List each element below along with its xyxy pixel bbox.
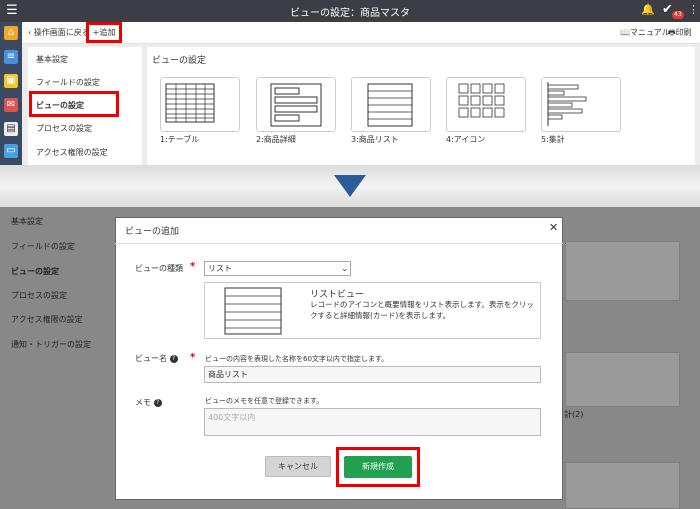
- view-name-label: ビュー名 ?: [135, 353, 178, 364]
- back-link[interactable]: ‹ 操作画面に戻る: [28, 27, 90, 38]
- memo-hint: ビューのメモを任意で登録できます。: [205, 397, 324, 405]
- notification-badge: 43: [672, 11, 684, 19]
- memo-label-text: メモ: [135, 398, 151, 407]
- table-icon: [165, 83, 215, 123]
- close-icon[interactable]: ✕: [549, 221, 558, 234]
- cancel-button[interactable]: キャンセル: [265, 456, 331, 477]
- view-panel-title: ビューの設定: [152, 56, 207, 66]
- bell-icon[interactable]: 🔔: [641, 3, 655, 16]
- nav-item-fields: フィールドの設定: [11, 242, 75, 251]
- view-card-detail[interactable]: [256, 77, 336, 132]
- help-icon[interactable]: ?: [153, 398, 162, 407]
- modal-divider: [115, 243, 563, 244]
- required-marker: *: [190, 352, 196, 363]
- box-icon[interactable]: ▣: [4, 74, 18, 88]
- back-label: 操作画面に戻る: [33, 28, 90, 37]
- view-name-input[interactable]: 商品リスト: [204, 366, 541, 383]
- list-icon: [224, 287, 282, 335]
- manual-label: マニュアル: [629, 28, 670, 37]
- ghost-card: [565, 352, 680, 407]
- view-card-table[interactable]: [160, 77, 240, 132]
- list-icon: [367, 83, 413, 127]
- manual-link[interactable]: 📖マニュアル: [620, 27, 670, 38]
- view-card-label: 2:商品詳細: [256, 135, 296, 144]
- nav-item-basic: 基本設定: [11, 217, 43, 226]
- add-label: 追加: [99, 28, 116, 37]
- ghost-card: [565, 241, 680, 301]
- chat-icon[interactable]: ▭: [4, 144, 18, 158]
- ghost-card: [565, 462, 680, 509]
- mail-icon[interactable]: ✉: [4, 98, 18, 112]
- app-title: ビューの設定：商品マスタ: [290, 8, 410, 19]
- view-card-label: 3:商品リスト: [351, 135, 399, 144]
- view-type-selected: リスト: [208, 264, 232, 273]
- view-card-summary[interactable]: [541, 77, 621, 132]
- nav-item-fields[interactable]: フィールドの設定: [36, 77, 100, 88]
- nav-item-process[interactable]: プロセスの設定: [36, 123, 92, 134]
- nav-item-access[interactable]: アクセス権限の設定: [36, 147, 108, 158]
- memo-textarea[interactable]: 400文字以内: [204, 408, 541, 436]
- book-icon: 📖: [620, 28, 630, 37]
- detail-icon: [270, 83, 322, 127]
- icon-rail: ⌂ ≡ ▣ ✉ ▤ ▭: [0, 22, 22, 165]
- nav-item-basic[interactable]: 基本設定: [36, 54, 68, 65]
- view-card-label: 1:テーブル: [160, 135, 200, 144]
- view-name-hint: ビューの内容を表現した名称を60文字以内で指定します。: [205, 355, 389, 363]
- down-arrow-icon: [334, 175, 366, 197]
- preview-description: レコードのアイコンと概要情報をリスト表示します。表示をクリックすると詳細情報(カ…: [310, 300, 534, 320]
- modal-title: ビューの追加: [125, 227, 180, 237]
- view-card-list[interactable]: [351, 77, 431, 132]
- more-icon[interactable]: ⋮: [688, 3, 699, 16]
- view-card-icons[interactable]: [446, 77, 526, 132]
- required-marker: *: [190, 261, 196, 272]
- add-button[interactable]: +追加: [86, 22, 122, 43]
- view-type-label: ビューの種類: [135, 264, 183, 273]
- view-type-select[interactable]: リスト ⌄: [204, 261, 351, 276]
- highlight-box-views: [29, 91, 119, 117]
- ghost-card-label: 計(2): [564, 410, 584, 419]
- memo-label: メモ ?: [135, 397, 162, 408]
- nav-item-views: ビューの設定: [11, 267, 59, 276]
- view-card-label: 5:集計: [541, 135, 565, 144]
- document-icon[interactable]: ▤: [4, 122, 18, 136]
- printer-icon: 🖶: [668, 28, 676, 37]
- nav-item-process: プロセスの設定: [11, 291, 67, 300]
- print-label: 印刷: [675, 28, 692, 37]
- app-header: ☰ ビューの設定：商品マスタ 🔔 ✔ 43 ⋮: [0, 0, 700, 22]
- nav-item-notify: 通知・トリガーの設定: [11, 340, 91, 349]
- create-button[interactable]: 新規作成: [344, 456, 412, 478]
- nav-item-access: アクセス権限の設定: [11, 315, 83, 324]
- bar-chart-icon: [547, 82, 587, 126]
- view-card-label: 4:アイコン: [446, 135, 486, 144]
- database-icon[interactable]: ≡: [4, 50, 18, 64]
- print-link[interactable]: 🖶印刷: [668, 27, 692, 41]
- chevron-down-icon: ⌄: [341, 264, 348, 273]
- view-name-label-text: ビュー名: [135, 354, 167, 363]
- home-icon[interactable]: ⌂: [4, 26, 18, 40]
- grid-icon: [458, 83, 505, 118]
- help-icon[interactable]: ?: [169, 354, 178, 363]
- toolbar: ‹ 操作画面に戻る +追加 📖マニュアル 🖶印刷: [22, 22, 700, 44]
